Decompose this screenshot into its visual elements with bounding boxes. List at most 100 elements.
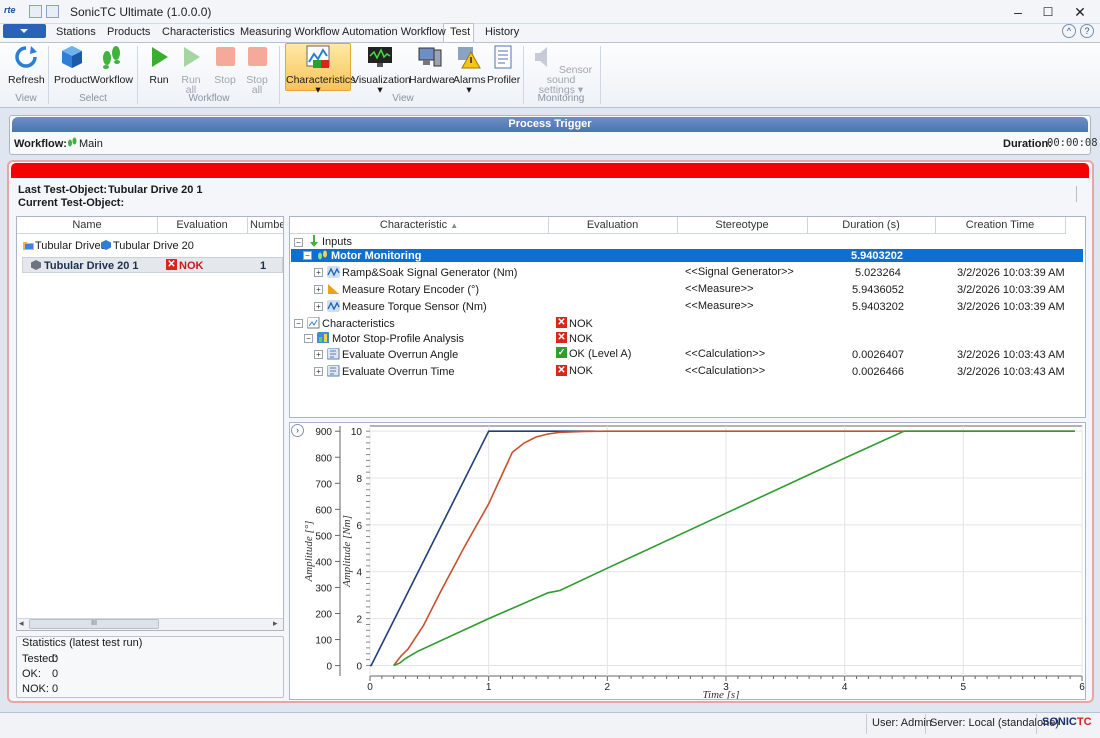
column-header-evaluation-2[interactable]: Evaluation	[548, 217, 677, 234]
y-right-tick-label: 2	[356, 615, 362, 626]
file-menu-button[interactable]	[3, 24, 46, 38]
column-header-duration[interactable]: Duration (s)	[807, 217, 935, 234]
ok-check-icon: ✓	[556, 347, 567, 358]
analysis-icon	[317, 332, 329, 343]
column-divider	[677, 217, 678, 234]
expand-icon[interactable]: +	[314, 268, 323, 277]
amplitude-time-chart[interactable]: 0 1 2 3 4 5 6024681001002003004005006007008009…	[290, 423, 1085, 699]
tab-stations[interactable]: Stations	[56, 26, 96, 38]
column-header-stereotype[interactable]: Stereotype	[677, 217, 807, 234]
row-torque-sensor-time: 3/2/2026 10:03:39 AM	[957, 301, 1065, 313]
row-overrun-time[interactable]: Evaluate Overrun Time	[342, 366, 455, 378]
product-cube-icon	[101, 240, 111, 250]
y-right-tick-label: 6	[356, 521, 362, 532]
product-button[interactable]: Product	[54, 44, 90, 85]
scroll-left-icon[interactable]: ◂	[19, 618, 24, 629]
expand-icon[interactable]: +	[314, 285, 323, 294]
scroll-thumb[interactable]: III	[29, 619, 159, 629]
group-separator	[48, 46, 49, 104]
quick-access-save-icon[interactable]	[29, 5, 42, 18]
quick-access-layout-icon[interactable]	[46, 5, 59, 18]
y-left-axis-label: Amplitude [°]	[303, 521, 315, 583]
workflow-field-label: Workflow:	[14, 138, 67, 150]
breadcrumb-tubular-drives[interactable]: Tubular Drives	[35, 240, 106, 252]
tab-history[interactable]: History	[485, 26, 519, 38]
sensor-sound-settings-button[interactable]: Sensor sound settings ▾	[528, 44, 594, 95]
characteristics-chart-icon	[306, 45, 330, 68]
group-label-view-2: View	[392, 93, 414, 104]
collapse-icon[interactable]: −	[303, 251, 312, 260]
row-overrun-angle[interactable]: Evaluate Overrun Angle	[342, 349, 458, 361]
row-inputs[interactable]: Inputs	[322, 236, 352, 248]
run-button[interactable]: Run	[144, 44, 174, 85]
close-button[interactable]: ✕	[1065, 3, 1095, 21]
maximize-button[interactable]: ☐	[1033, 3, 1063, 21]
current-test-object-label: Current Test-Object:	[18, 197, 125, 209]
profiler-button[interactable]: Profiler	[487, 44, 521, 86]
column-header-number[interactable]: Numbe	[247, 217, 283, 234]
column-divider	[548, 217, 549, 234]
column-header-creation-time[interactable]: Creation Time	[935, 217, 1065, 234]
workflow-footprints-icon	[68, 137, 77, 147]
row-torque-sensor[interactable]: Measure Torque Sensor (Nm)	[342, 301, 487, 313]
status-user: User: Admin	[872, 717, 932, 729]
sonictc-logo: SONICTC	[1042, 716, 1092, 728]
tab-measuring-workflow[interactable]: Measuring Workflow	[240, 26, 339, 38]
row-rotary-encoder[interactable]: Measure Rotary Encoder (°)	[342, 284, 479, 296]
expand-icon[interactable]: +	[314, 302, 323, 311]
collapse-icon[interactable]: −	[294, 319, 303, 328]
row-characteristics[interactable]: Characteristics	[322, 318, 395, 330]
stop-button[interactable]: Stop	[210, 44, 240, 85]
y-left-tick-label: 100	[315, 636, 332, 647]
column-divider	[157, 217, 158, 234]
workflow-label: Workflow	[90, 74, 133, 86]
scroll-right-icon[interactable]: ▸	[273, 618, 278, 629]
breadcrumb-tubular-drive-20[interactable]: Tubular Drive 20	[113, 240, 194, 252]
visualization-button[interactable]: Visualization ▾	[352, 44, 411, 95]
collapse-icon[interactable]: −	[304, 334, 313, 343]
play-all-icon	[184, 47, 200, 67]
ribbon-collapse-icon[interactable]: ^	[1062, 24, 1076, 38]
tab-products[interactable]: Products	[107, 26, 150, 38]
row-overrun-angle-time: 3/2/2026 10:03:43 AM	[957, 349, 1065, 361]
run-all-button[interactable]: Run all	[176, 44, 206, 95]
column-header-characteristic[interactable]: Characteristic ▲	[290, 217, 548, 234]
refresh-label: Refresh	[8, 74, 45, 86]
alarms-button[interactable]: Alarms ▾	[453, 44, 486, 95]
y-right-tick-label: 0	[356, 661, 362, 672]
workflow-button[interactable]: Workflow	[90, 44, 133, 86]
tab-characteristics[interactable]: Characteristics	[162, 26, 235, 38]
column-divider	[247, 217, 248, 234]
expand-icon[interactable]: +	[314, 350, 323, 359]
column-header-name[interactable]: Name	[17, 217, 157, 234]
refresh-button[interactable]: Refresh	[8, 44, 45, 86]
hardware-button[interactable]: Hardware	[409, 44, 455, 85]
tab-automation-workflow[interactable]: Automation Workflow	[342, 26, 446, 38]
collapse-icon[interactable]: −	[294, 238, 303, 247]
characteristics-button[interactable]: Characteristics ▾	[286, 44, 355, 95]
nok-label: NOK:	[22, 683, 49, 695]
stop-all-button[interactable]: Stop all	[242, 44, 272, 95]
row-rotary-encoder-stereotype: <<Measure>>	[685, 283, 754, 295]
alarm-warning-icon	[458, 47, 481, 69]
minimize-button[interactable]: –	[1003, 3, 1033, 21]
column-header-evaluation[interactable]: Evaluation	[157, 217, 247, 234]
folder-icon	[23, 242, 34, 250]
status-server: Server: Local (standalone)	[930, 717, 1060, 729]
row-characteristics-evaluation: NOK	[569, 318, 593, 330]
splitter	[1076, 186, 1077, 202]
help-icon[interactable]: ?	[1080, 24, 1094, 38]
expand-icon[interactable]: +	[314, 367, 323, 376]
tested-value: 0	[52, 653, 59, 665]
product-gray-cube-icon	[31, 260, 41, 270]
row-number: 1	[260, 260, 267, 272]
x-tick-label: 6	[1079, 682, 1085, 693]
visualization-monitor-icon	[368, 47, 392, 67]
row-stop-profile-analysis[interactable]: Motor Stop-Profile Analysis	[332, 333, 464, 345]
row-ramp-soak[interactable]: Ramp&Soak Signal Generator (Nm)	[342, 267, 517, 279]
stop-icon	[216, 47, 235, 66]
hardware-computer-icon	[418, 47, 442, 67]
calculation-icon	[327, 365, 340, 377]
profiler-label: Profiler	[487, 74, 521, 86]
tab-test[interactable]: Test	[450, 26, 470, 38]
